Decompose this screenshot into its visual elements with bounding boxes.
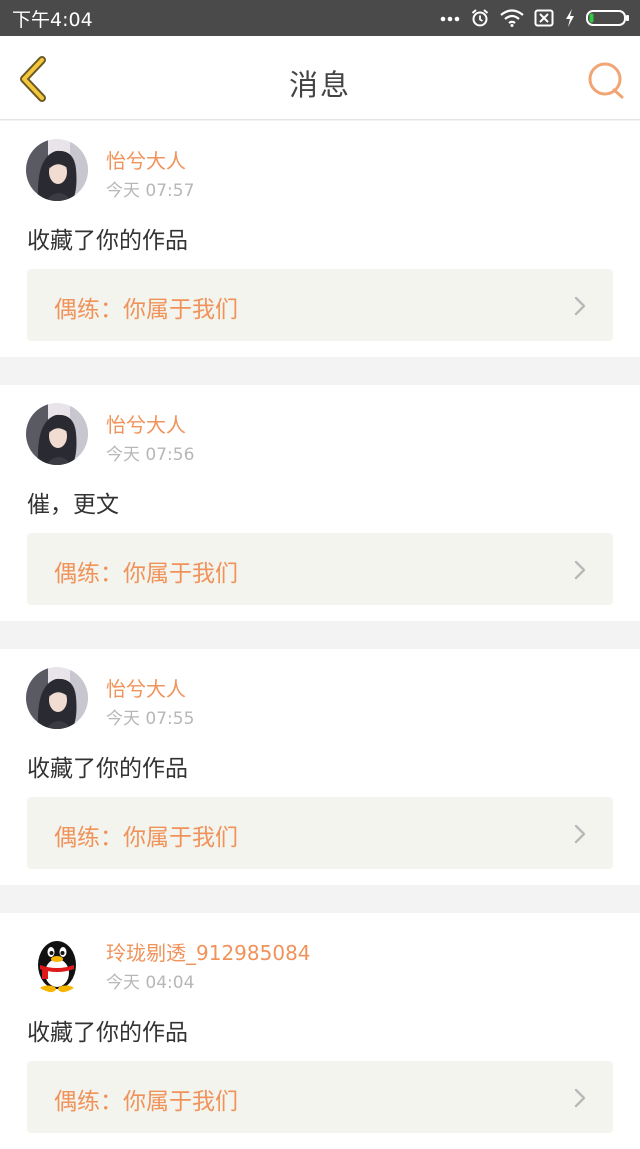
work-title: 偶练：你属于我们 <box>54 1089 238 1115</box>
work-link[interactable]: 偶练：你属于我们 <box>27 533 613 605</box>
post-time: 今天 07:57 <box>106 181 195 201</box>
user-avatar[interactable] <box>26 931 88 993</box>
chevron-right-icon <box>574 824 586 844</box>
user-name[interactable]: 怡兮大人 <box>106 673 186 702</box>
charging-icon <box>566 9 574 27</box>
work-link[interactable]: 偶练：你属于我们 <box>27 797 613 869</box>
user-avatar[interactable] <box>26 403 88 465</box>
chevron-right-icon <box>574 1088 586 1108</box>
chevron-right-icon <box>574 296 586 316</box>
photo-avatar-image <box>26 403 88 465</box>
message-card: 怡兮大人 今天 07:57 收藏了你的作品 偶练：你属于我们 <box>0 121 640 357</box>
alarm-icon <box>471 9 489 27</box>
work-title: 偶练：你属于我们 <box>54 297 238 323</box>
wifi-icon <box>500 9 524 27</box>
user-name[interactable]: 怡兮大人 <box>106 409 186 438</box>
user-avatar[interactable] <box>26 667 88 729</box>
post-time: 今天 07:56 <box>106 445 195 465</box>
photo-avatar-image <box>26 667 88 729</box>
post-time: 今天 07:55 <box>106 709 195 729</box>
post-time: 今天 04:04 <box>106 973 195 993</box>
search-icon <box>588 62 624 99</box>
message-card: 怡兮大人 今天 07:55 收藏了你的作品 偶练：你属于我们 <box>0 649 640 885</box>
work-link[interactable]: 偶练：你属于我们 <box>27 269 613 341</box>
photo-avatar-image <box>26 139 88 201</box>
chevron-right-icon <box>574 560 586 580</box>
work-title: 偶练：你属于我们 <box>54 825 238 851</box>
user-name[interactable]: 玲珑剔透_912985084 <box>106 937 311 966</box>
message-list: 怡兮大人 今天 07:57 收藏了你的作品 偶练：你属于我们 怡兮大人 今天 0… <box>0 121 640 1149</box>
work-title: 偶练：你属于我们 <box>54 561 238 587</box>
action-text: 催，更文 <box>27 492 119 518</box>
search-button[interactable] <box>586 60 626 100</box>
status-time: 下午4:04 <box>12 8 93 31</box>
action-text: 收藏了你的作品 <box>27 1020 188 1046</box>
battery-icon <box>586 10 629 26</box>
action-text: 收藏了你的作品 <box>27 228 188 254</box>
work-link[interactable]: 偶练：你属于我们 <box>27 1061 613 1133</box>
status-icons <box>440 8 630 28</box>
penguin-avatar-icon <box>26 931 88 993</box>
page-title: 消息 <box>288 68 351 102</box>
message-card: 怡兮大人 今天 07:56 催，更文 偶练：你属于我们 <box>0 385 640 621</box>
action-text: 收藏了你的作品 <box>27 756 188 782</box>
status-bar: 下午4:04 <box>0 0 640 36</box>
user-name[interactable]: 怡兮大人 <box>106 145 186 174</box>
message-card: 玲珑剔透_912985084 今天 04:04 收藏了你的作品 偶练：你属于我们 <box>0 913 640 1149</box>
no-sim-icon <box>534 9 554 27</box>
header-bar: 消息 <box>0 36 640 120</box>
more-dots-icon <box>440 16 460 22</box>
user-avatar[interactable] <box>26 139 88 201</box>
